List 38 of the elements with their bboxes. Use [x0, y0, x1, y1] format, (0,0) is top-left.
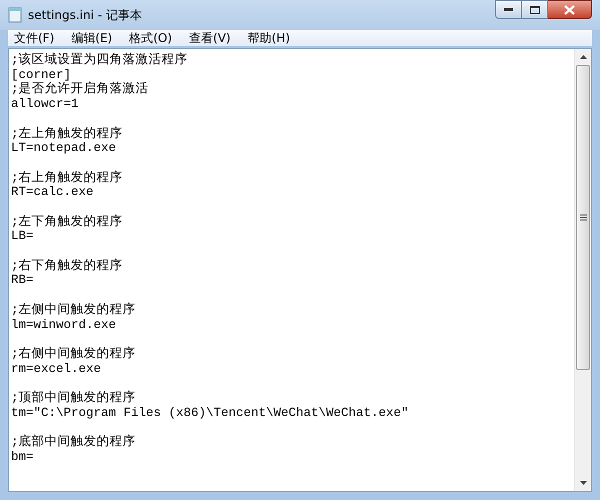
menu-item[interactable]: 查看(V): [183, 29, 237, 47]
grip-icon: [580, 214, 586, 221]
maximize-icon: [530, 6, 540, 14]
menu-item[interactable]: 帮助(H): [242, 29, 296, 47]
text-line: RT=calc.exe: [11, 185, 95, 200]
text-line: [corner]: [11, 68, 72, 82]
text-line: ;顶部中间触发的程序: [11, 391, 137, 406]
text-line: LT=notepad.exe: [11, 141, 118, 156]
text-line: ;右上角触发的程序: [11, 170, 124, 186]
scroll-up-icon: [580, 55, 586, 59]
text-line: ;该区域设置为四角落激活程序: [11, 53, 189, 68]
text-line: rm=excel.exe: [11, 362, 102, 376]
close-button[interactable]: [548, 0, 592, 19]
scroll-down-icon: [580, 481, 586, 485]
text-line: LB=: [11, 229, 35, 244]
text-line: ;右下角触发的程序: [11, 258, 124, 274]
menu-item[interactable]: 文件(F): [8, 29, 60, 47]
text-line: ;是否允许开启角落激活: [11, 82, 150, 98]
text-line: ;底部中间触发的程序: [11, 435, 137, 450]
notepad-icon: [8, 7, 22, 23]
scrollbar[interactable]: [574, 49, 591, 491]
maximize-button[interactable]: [522, 0, 548, 19]
menu-item[interactable]: 格式(O): [123, 29, 178, 47]
minimize-icon: [504, 8, 513, 11]
text-line: bm=: [11, 450, 35, 465]
close-icon: [564, 4, 575, 14]
text-line: lm=winword.exe: [11, 318, 118, 332]
text-line: ;右侧中间触发的程序: [11, 346, 137, 362]
scrollbar-thumb[interactable]: [576, 65, 590, 370]
menu-item[interactable]: 编辑(E): [65, 29, 118, 47]
text-line: ;左下角触发的程序: [11, 214, 124, 230]
text-line: allowcr=1: [11, 97, 80, 112]
window-title: settings.ini - 记事本: [28, 7, 142, 24]
text-line: ;左上角触发的程序: [11, 126, 124, 142]
text-line: ;左侧中间触发的程序: [11, 302, 137, 318]
text-line: RB=: [11, 273, 35, 288]
minimize-button[interactable]: [495, 0, 522, 19]
text-line: tm="C:\Program Files (x86)\Tencent\WeChat\WeChat.exe": [11, 406, 410, 420]
